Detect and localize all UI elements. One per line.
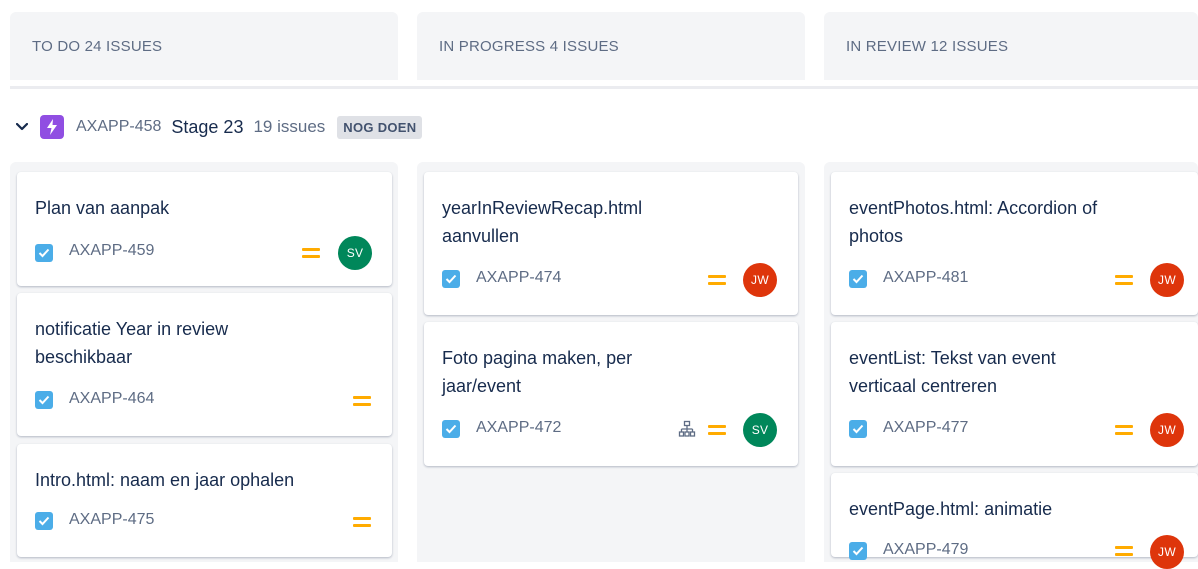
avatar[interactable]: JW — [1150, 413, 1184, 447]
priority-medium-icon — [1115, 544, 1133, 558]
task-checkbox-icon — [442, 420, 460, 438]
avatar[interactable]: SV — [743, 413, 777, 447]
card-title: eventPage.html: animatie — [849, 499, 1053, 519]
priority-medium-icon — [1115, 273, 1133, 287]
subtask-icon — [678, 420, 696, 437]
column-title: TO DO 24 ISSUES — [32, 37, 163, 55]
status-badge: NOG DOEN — [337, 115, 423, 139]
issue-key[interactable]: AXAPP-477 — [883, 419, 968, 437]
issue-card[interactable]: eventList: Tekst van event verticaal cen… — [831, 322, 1198, 466]
issue-key[interactable]: AXAPP-474 — [476, 269, 561, 287]
task-checkbox-icon — [442, 270, 460, 288]
issue-key[interactable]: AXAPP-464 — [69, 390, 154, 408]
card-title: Plan van aanpak — [35, 198, 170, 218]
priority-medium-icon — [1115, 423, 1133, 437]
issue-key[interactable]: AXAPP-481 — [883, 269, 968, 287]
avatar[interactable]: JW — [1150, 263, 1184, 297]
issue-card[interactable]: Intro.html: naam en jaar ophalen AXAPP-4… — [17, 444, 392, 557]
task-checkbox-icon — [35, 391, 53, 409]
epic-key[interactable]: AXAPP-458 — [76, 118, 161, 136]
column-title: IN PROGRESS 4 ISSUES — [439, 37, 619, 55]
issue-key[interactable]: AXAPP-475 — [69, 511, 154, 529]
task-checkbox-icon — [849, 270, 867, 288]
card-title: eventPhotos.html: Accordion of photos — [849, 198, 1098, 246]
column-header-in-progress[interactable]: IN PROGRESS 4 ISSUES — [417, 12, 805, 80]
issue-card[interactable]: yearInReviewRecap.html aanvullen AXAPP-4… — [424, 172, 798, 315]
task-checkbox-icon — [849, 420, 867, 438]
avatar[interactable]: JW — [743, 263, 777, 297]
issue-card[interactable]: eventPhotos.html: Accordion of photos AX… — [831, 172, 1198, 315]
card-title: yearInReviewRecap.html aanvullen — [442, 198, 643, 246]
issue-count: 19 issues — [253, 117, 326, 136]
issue-card[interactable]: notificatie Year in review beschikbaar A… — [17, 293, 392, 436]
task-checkbox-icon — [35, 512, 53, 530]
card-title: notificatie Year in review beschikbaar — [35, 319, 229, 367]
priority-medium-icon — [708, 423, 726, 437]
priority-medium-icon — [353, 394, 371, 408]
issue-key[interactable]: AXAPP-479 — [883, 541, 968, 559]
issue-card[interactable]: Plan van aanpak AXAPP-459 SV — [17, 172, 392, 286]
avatar[interactable]: SV — [338, 236, 372, 270]
card-title: Foto pagina maken, per jaar/event — [442, 348, 633, 396]
column-header-in-review[interactable]: IN REVIEW 12 ISSUES — [824, 12, 1198, 80]
priority-medium-icon — [302, 246, 320, 260]
column-title: IN REVIEW 12 ISSUES — [846, 37, 1009, 55]
issue-key[interactable]: AXAPP-472 — [476, 419, 561, 437]
issue-key[interactable]: AXAPP-459 — [69, 242, 154, 260]
issue-card[interactable]: eventPage.html: animatie AXAPP-479 JW — [831, 473, 1198, 569]
column-header-todo[interactable]: TO DO 24 ISSUES — [10, 12, 398, 80]
priority-medium-icon — [708, 273, 726, 287]
task-checkbox-icon — [849, 542, 867, 560]
avatar[interactable]: JW — [1150, 535, 1184, 569]
priority-medium-icon — [353, 515, 371, 529]
issue-card[interactable]: Foto pagina maken, per jaar/event AXAPP-… — [424, 322, 798, 466]
epic-name: Stage 23 — [171, 116, 244, 137]
swimlane-header[interactable]: AXAPP-458 Stage 23 19 issues NOG DOEN — [12, 110, 423, 144]
task-checkbox-icon — [35, 244, 53, 262]
card-title: eventList: Tekst van event verticaal cen… — [849, 348, 1056, 396]
card-title: Intro.html: naam en jaar ophalen — [35, 470, 295, 490]
epic-lightning-icon — [40, 115, 64, 139]
header-divider — [10, 86, 1198, 89]
chevron-down-icon[interactable] — [12, 117, 32, 137]
